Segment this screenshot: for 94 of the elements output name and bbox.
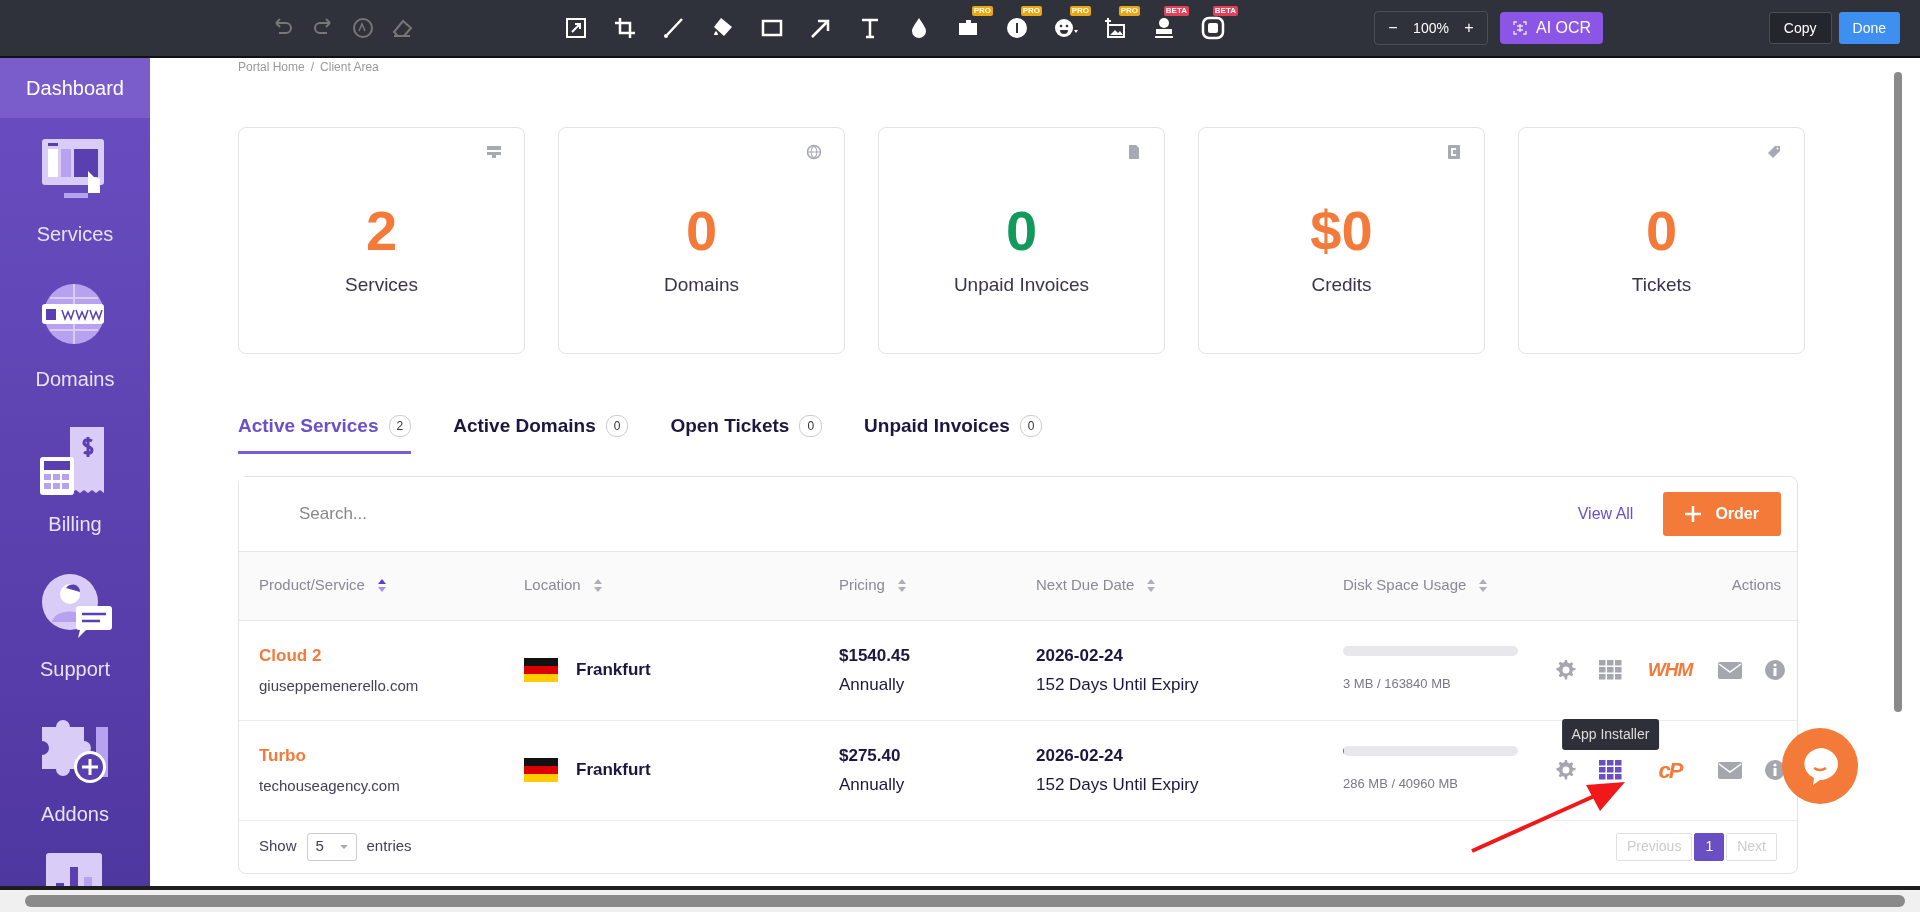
record-icon <box>1200 15 1226 41</box>
days-remaining: 152 Days Until Expiry <box>1036 774 1200 796</box>
view-all-link[interactable]: View All <box>1577 501 1634 526</box>
tool-badge: BETA <box>1212 6 1238 16</box>
scan-icon <box>1512 20 1528 36</box>
usage-text: 286 MB / 40960 MB <box>1343 775 1459 794</box>
copy-button[interactable]: Copy <box>1768 12 1832 44</box>
grid-icon[interactable] <box>1599 760 1622 780</box>
numbered-circle-icon <box>1004 15 1030 41</box>
count-badge: 0 <box>1019 415 1043 438</box>
stat-value: 2 <box>365 203 398 260</box>
stat-label: Credits <box>1311 273 1372 298</box>
location-text: Frankfurt <box>576 759 651 782</box>
breadcrumb-link[interactable]: Client Area <box>320 58 379 72</box>
tooltip: App Installer <box>1561 719 1660 750</box>
scrollbar-thumb[interactable] <box>1894 72 1902 712</box>
pagination-button[interactable]: 1 <box>1694 832 1725 861</box>
show-label: Show <box>259 836 297 857</box>
control-panel-link[interactable]: cP <box>1644 753 1696 787</box>
sidebar-item[interactable]: Addons <box>0 698 150 843</box>
document-icon <box>1126 144 1142 160</box>
crop-icon <box>612 15 638 41</box>
tab[interactable]: Open Tickets 0 <box>670 412 823 454</box>
product-link[interactable]: Turbo <box>259 743 504 769</box>
tool-badge: PRO <box>1069 6 1091 16</box>
sidebar-item[interactable]: Billing <box>0 408 150 553</box>
count-badge: 0 <box>799 415 823 438</box>
tab[interactable]: Active Services 2 <box>238 412 412 454</box>
sidebar-item[interactable]: Domains <box>0 263 150 408</box>
usage-text: 3 MB / 163840 MB <box>1343 675 1452 694</box>
due-date: 2026-02-24 <box>1036 644 1124 667</box>
globe-icon <box>806 144 822 160</box>
tool-badge: PRO <box>1118 6 1140 16</box>
stat-value: 0 <box>1645 203 1678 260</box>
caret-icon <box>339 844 348 849</box>
scrollbar-thumb[interactable] <box>25 895 1905 907</box>
control-panel-link[interactable]: WHM <box>1644 655 1696 685</box>
domain-text: giuseppemenerello.com <box>259 675 420 696</box>
tool-badge: PRO <box>971 6 993 16</box>
column-header[interactable]: Product/Service <box>259 574 365 597</box>
order-button[interactable]: Order <box>1663 491 1781 536</box>
stat-label: Tickets <box>1631 273 1692 298</box>
zoom-out-button[interactable]: − <box>1375 12 1411 44</box>
resize-tool[interactable] <box>563 15 589 41</box>
page-size-select[interactable]: 5 <box>306 832 357 861</box>
done-button[interactable]: Done <box>1838 12 1900 44</box>
sidebar-item[interactable]: Support <box>0 553 150 698</box>
resize-icon <box>563 15 589 41</box>
server-icon <box>486 144 502 160</box>
numbered-circle-tool[interactable] <box>1004 15 1030 41</box>
column-header[interactable]: Next Due Date <box>1036 574 1135 597</box>
crop-tool[interactable] <box>612 15 638 41</box>
zoom-in-button[interactable]: + <box>1451 12 1487 44</box>
ocr-button[interactable]: AI OCR <box>1500 12 1604 44</box>
stat-label: Unpaid Invoices <box>953 273 1090 298</box>
add-image-tool[interactable] <box>1102 15 1128 41</box>
zoom-level: 100% <box>1412 18 1450 38</box>
add-image-icon <box>1102 15 1128 41</box>
info-icon[interactable] <box>1764 759 1786 781</box>
column-header[interactable]: Pricing <box>839 574 885 597</box>
flag-icon <box>524 758 558 782</box>
entries-label: entries <box>366 836 412 857</box>
count-badge: 0 <box>605 415 629 438</box>
domain-text: techouseagency.com <box>259 775 401 796</box>
stat-value: 0 <box>1005 203 1038 260</box>
location-text: Frankfurt <box>576 659 651 682</box>
reset-icon <box>350 15 376 41</box>
tool-badge: BETA <box>1163 6 1189 16</box>
billing-cycle: Annually <box>839 774 906 796</box>
product-link[interactable]: Cloud 2 <box>259 643 504 669</box>
breadcrumb-separator: / <box>310 59 315 72</box>
dashboard-link[interactable]: Dashboard <box>0 58 150 118</box>
column-header: Actions <box>1731 575 1781 596</box>
flag-icon <box>524 658 558 682</box>
tool-badge: PRO <box>1020 6 1042 16</box>
column-header[interactable]: Location <box>524 574 581 597</box>
breadcrumb-link[interactable]: Portal Home <box>238 58 305 72</box>
price-text: $1540.45 <box>839 644 911 667</box>
stat-value: $0 <box>1310 203 1373 260</box>
price-text: $275.40 <box>839 744 902 767</box>
stat-label: Services <box>345 273 418 298</box>
record-tool[interactable] <box>1200 15 1226 41</box>
column-header[interactable]: Disk Space Usage <box>1343 574 1467 597</box>
stat-label: Domains <box>664 273 739 298</box>
due-date: 2026-02-24 <box>1036 744 1124 767</box>
sidebar-item[interactable]: Services <box>0 118 150 263</box>
tab[interactable]: Active Domains 0 <box>453 412 629 454</box>
tag-icon <box>1766 144 1782 160</box>
days-remaining: 152 Days Until Expiry <box>1036 674 1200 696</box>
stat-value: 0 <box>685 203 718 260</box>
billing-cycle: Annually <box>839 674 906 696</box>
count-badge: 2 <box>388 415 412 438</box>
tab[interactable]: Unpaid Invoices 0 <box>864 412 1043 454</box>
plus-icon <box>1685 505 1702 522</box>
